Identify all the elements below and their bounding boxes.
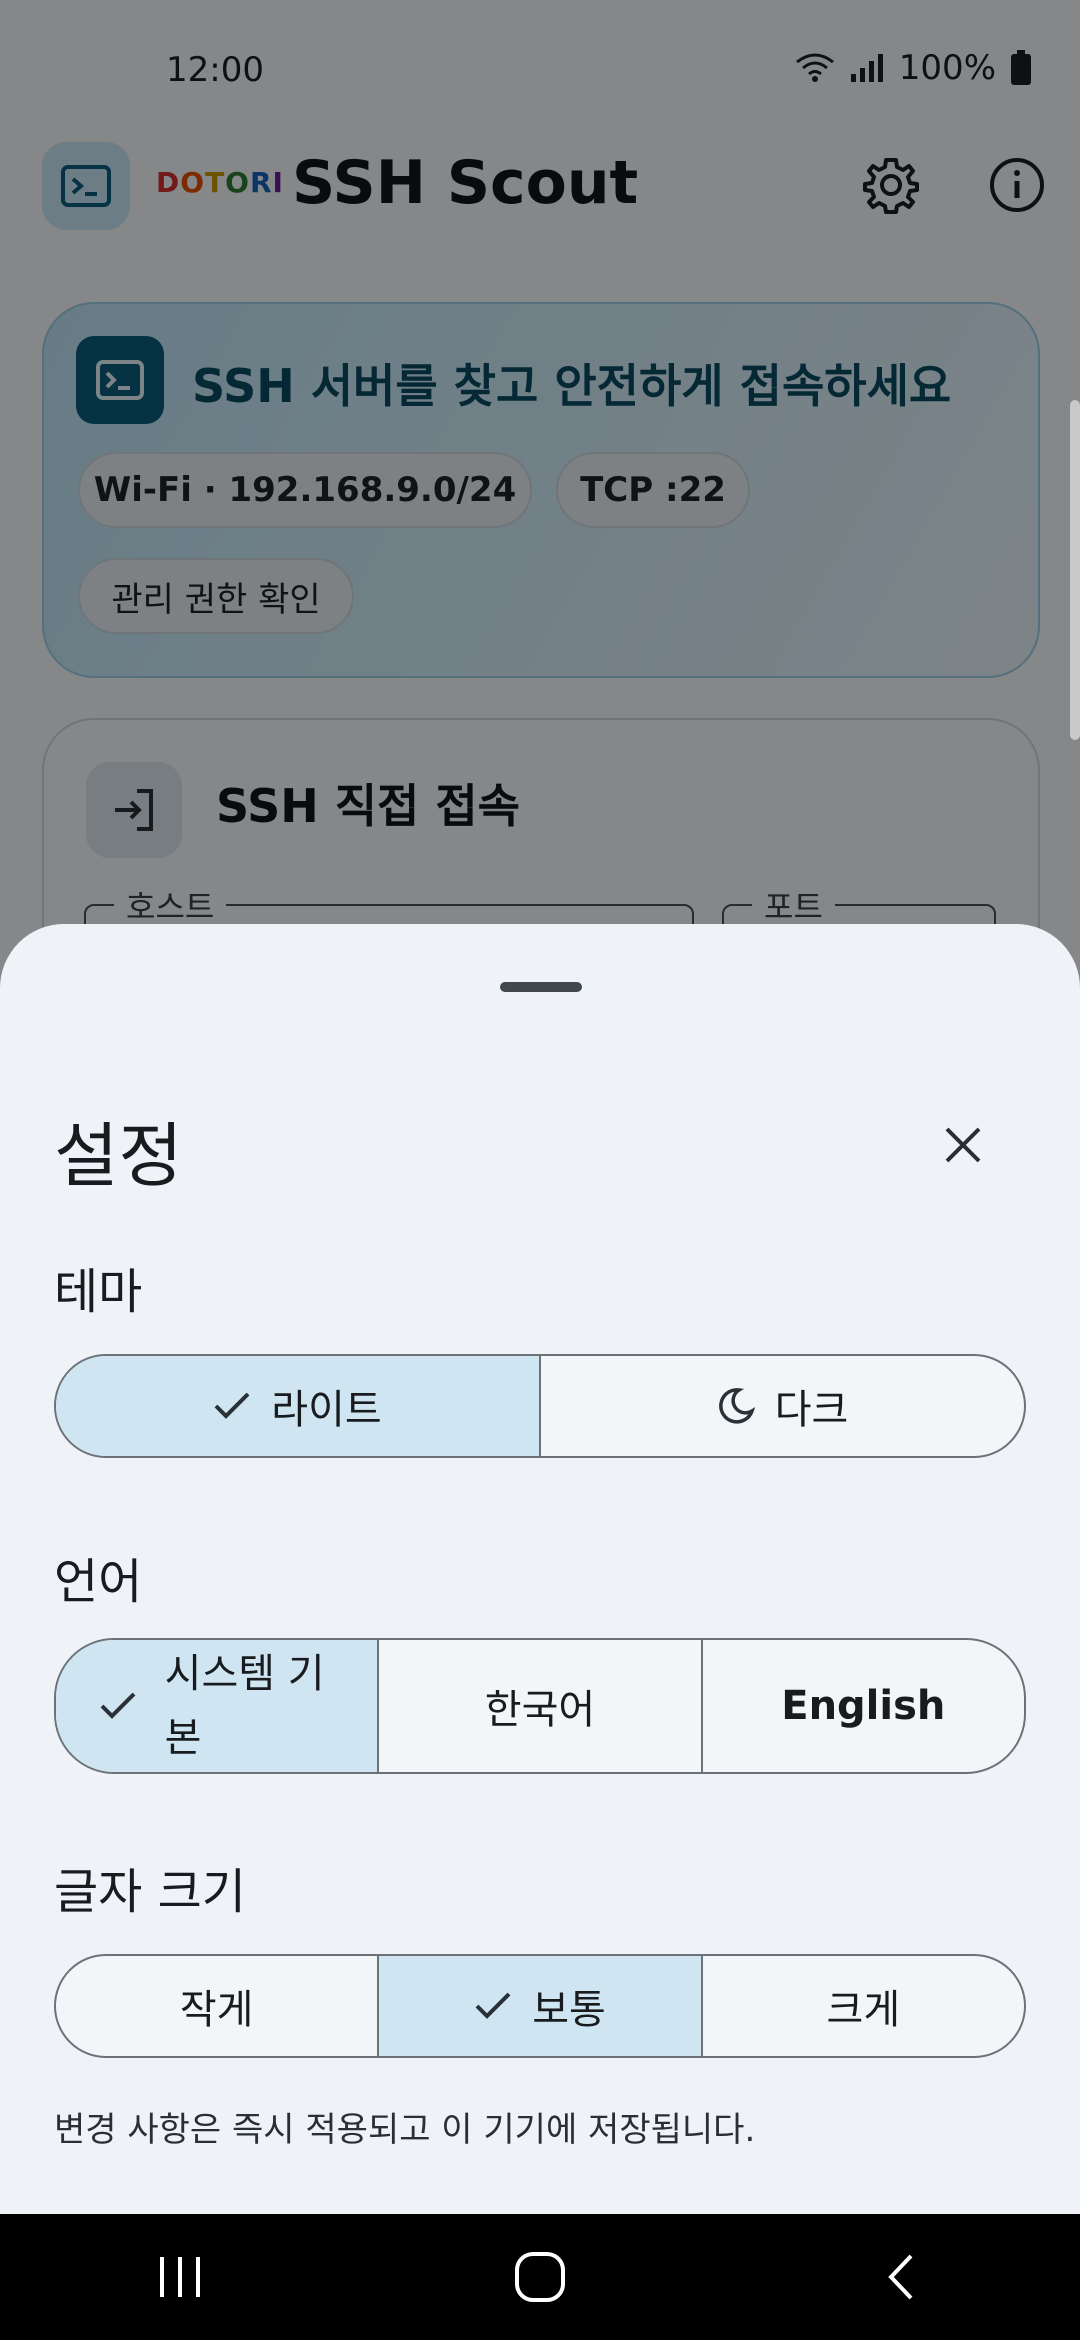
font-size-option-small-label: 작게 (179, 1987, 254, 2033)
close-button[interactable] (928, 1110, 998, 1180)
language-option-system[interactable]: 시스템 기본 (56, 1640, 378, 1772)
language-option-korean-label: 한국어 (484, 1687, 596, 1733)
language-option-english[interactable]: English (700, 1640, 1024, 1772)
theme-option-light[interactable]: 라이트 (56, 1356, 539, 1456)
check-icon (100, 1692, 136, 1719)
settings-title: 설정 (54, 1115, 183, 1197)
language-label: 언어 (54, 1554, 143, 1610)
theme-option-light-label: 라이트 (271, 1387, 382, 1433)
theme-option-dark[interactable]: 다크 (539, 1356, 1024, 1456)
close-icon (945, 1127, 981, 1163)
language-option-korean[interactable]: 한국어 (377, 1640, 700, 1772)
check-icon (475, 1992, 511, 2019)
font-size-option-large-label: 크게 (826, 1987, 901, 2033)
recents-button[interactable] (120, 2227, 240, 2327)
home-button[interactable] (480, 2227, 600, 2327)
font-size-option-normal[interactable]: 보통 (377, 1956, 701, 2056)
language-selector: 시스템 기본 한국어 English (54, 1638, 1026, 1774)
theme-label: 테마 (54, 1264, 143, 1320)
back-icon (888, 2254, 913, 2300)
home-icon (515, 2252, 565, 2302)
theme-option-dark-label: 다크 (774, 1387, 849, 1433)
moon-icon (718, 1388, 755, 1424)
check-icon (214, 1392, 250, 1419)
recents-icon (160, 2257, 200, 2297)
font-size-selector: 작게 보통 크게 (54, 1954, 1026, 2058)
font-size-option-large[interactable]: 크게 (700, 1956, 1024, 2056)
language-option-system-label: 시스템 기본 (164, 1651, 325, 1761)
theme-selector: 라이트 다크 (54, 1354, 1026, 1458)
back-button[interactable] (840, 2227, 960, 2327)
font-size-label: 글자 크기 (54, 1864, 246, 1920)
font-size-option-small[interactable]: 작게 (56, 1956, 377, 2056)
language-option-english-label: English (781, 1683, 946, 1729)
font-size-option-normal-label: 보통 (532, 1987, 606, 2033)
settings-footnote: 변경 사항은 즉시 적용되고 이 기기에 저장됩니다. (54, 2110, 756, 2150)
drag-handle[interactable] (500, 982, 582, 992)
scrollbar[interactable] (1070, 400, 1080, 740)
system-nav-bar (0, 2214, 1080, 2340)
